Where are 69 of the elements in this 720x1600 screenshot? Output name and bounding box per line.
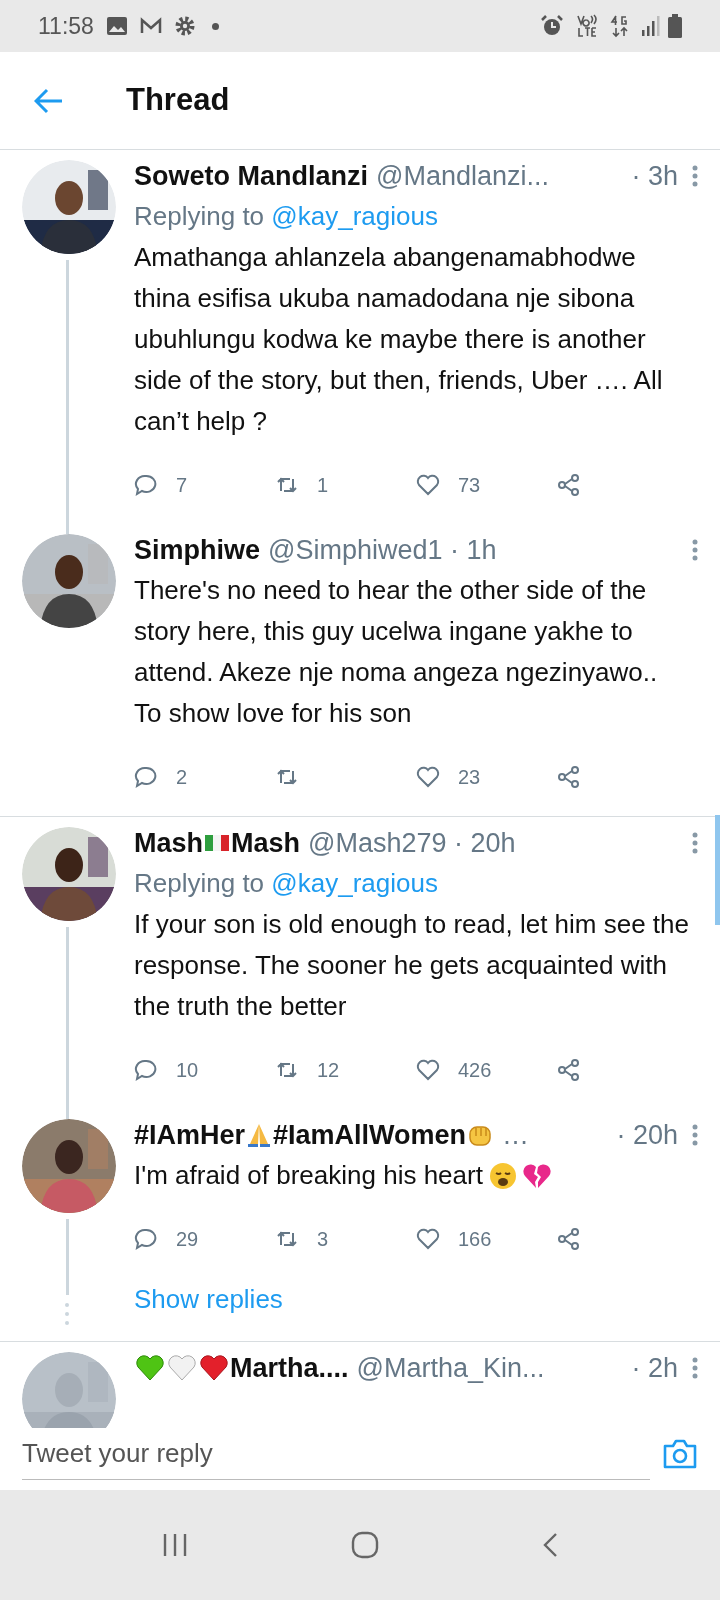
user-name: Martha.... [230, 1351, 349, 1385]
more-icon[interactable] [692, 1357, 698, 1379]
count: 29 [176, 1227, 199, 1252]
timestamp: · 20h [616, 1118, 678, 1152]
dots-icon [65, 1303, 69, 1325]
user-name: Simphiwe [134, 533, 261, 567]
count: 73 [458, 473, 481, 498]
dot-icon [211, 22, 219, 30]
heart-icon[interactable] [416, 1058, 442, 1082]
show-replies-link[interactable]: Show replies [134, 1280, 283, 1319]
tweet-text: I'm afraid of breaking his heart [134, 1159, 483, 1192]
back-arrow-icon[interactable] [34, 87, 64, 114]
alarm-icon [540, 14, 564, 38]
user-handle: @Mash279 · 20h [308, 826, 516, 860]
sad-face-icon [488, 1161, 517, 1190]
reply-input-field[interactable]: Tweet your reply [22, 1428, 650, 1480]
timestamp: · 2h [631, 1351, 678, 1385]
more-icon[interactable] [692, 539, 698, 561]
home-icon[interactable] [351, 1531, 379, 1559]
count: 2 [176, 765, 188, 790]
more-icon[interactable] [692, 832, 698, 854]
flag-icon [204, 833, 231, 853]
count: 426 [458, 1058, 492, 1083]
user-name: #IamAllWomen [273, 1118, 467, 1152]
user-name: Soweto Mandlanzi [134, 159, 368, 193]
count: 12 [317, 1058, 340, 1083]
recent-apps-icon[interactable] [161, 1533, 188, 1557]
broken-heart-icon [522, 1162, 551, 1189]
settings-icon [173, 15, 196, 37]
count: 166 [458, 1227, 492, 1252]
user-handle: @Mandlanzi... [376, 159, 549, 193]
heart-icon [199, 1354, 229, 1382]
timestamp: · 3h [631, 159, 678, 193]
heart-icon[interactable] [416, 473, 442, 497]
more-icon[interactable] [692, 165, 698, 187]
replying-to-text: Replying to @kay_ragious [134, 200, 439, 233]
replying-to-text: Replying to @kay_ragious [134, 867, 439, 900]
user-handle: @Simphiwed1 · 1h [268, 533, 497, 567]
signal-icon [642, 16, 660, 36]
mention-link[interactable]: @kay_ragious [271, 868, 438, 898]
clock: 11:58 [38, 11, 94, 41]
mail-icon [139, 17, 162, 35]
user-handle: … [502, 1118, 530, 1152]
user-handle: @Martha_Kin... [356, 1351, 545, 1385]
user-name: Mash [231, 826, 301, 860]
heart-icon [167, 1354, 197, 1382]
battery-icon [668, 14, 682, 38]
image-icon [105, 16, 128, 36]
count: 7 [176, 473, 188, 498]
tweet-text: Amathanga ahlanzela abangenamabhodwe thina esifisa ukuba namadodana nje sibona ubuhlungu kodwa ke maybe there is another side of the story, but then, friends, Uber …. All can’t help ? [134, 241, 664, 438]
camera-icon[interactable] [662, 1438, 698, 1470]
heart-icon[interactable] [416, 1227, 442, 1251]
more-icon[interactable] [692, 1124, 698, 1146]
count: 1 [317, 473, 329, 498]
count: 23 [458, 765, 481, 790]
tweet-text: If your son is old enough to read, let him see the response. The sooner he gets acquainted with the truth the better [134, 908, 690, 1023]
user-name: Mash [134, 826, 204, 860]
page-title: Thread [126, 81, 230, 120]
tweet-text: There's no need to hear the other side of the story here, this guy ucelwa ingane yakhe to attend. Akeze nje noma angeza ngezinyawo.. To show love for his son [134, 574, 659, 730]
volte-icon [576, 14, 598, 38]
user-name: #IAmHer [134, 1118, 246, 1152]
count: 3 [317, 1227, 329, 1252]
network-4g-icon [610, 14, 630, 38]
heart-icon[interactable] [416, 765, 442, 789]
mention-link[interactable]: @kay_ragious [271, 201, 438, 231]
praying-hands-icon [246, 1122, 273, 1148]
heart-icon [135, 1354, 165, 1382]
back-icon[interactable] [542, 1532, 559, 1558]
count: 10 [176, 1058, 199, 1083]
